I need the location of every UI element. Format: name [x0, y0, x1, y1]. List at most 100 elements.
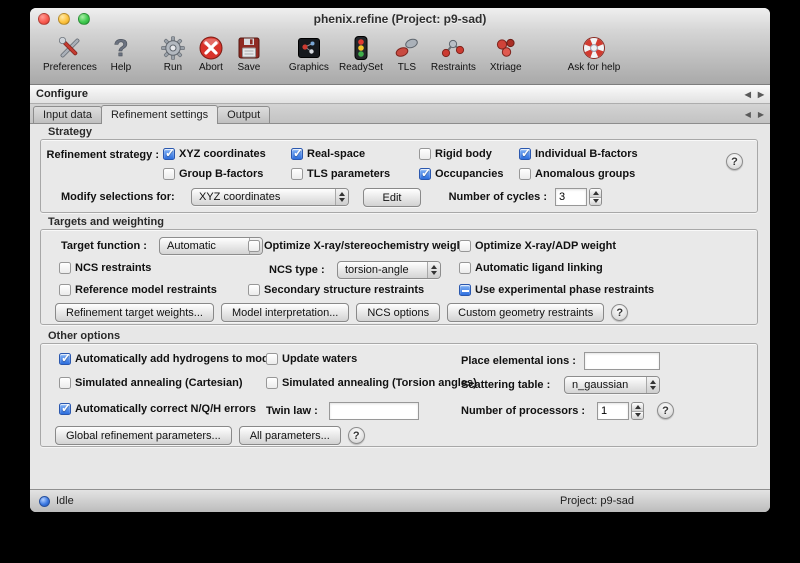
model-interpretation-button[interactable]: Model interpretation... [221, 303, 349, 322]
checkbox-label: Occupancies [435, 168, 503, 180]
checkbox-correct-nqh-errors[interactable]: Automatically correct N/Q/H errors [59, 402, 256, 416]
checkbox-individual-b-factors[interactable]: Individual B-factors [519, 147, 638, 161]
toolbar-button-help[interactable]: ? Help [102, 33, 140, 74]
checkbox-box [519, 168, 531, 180]
checkbox-box [519, 148, 531, 160]
toolbar-button-abort[interactable]: Abort [192, 33, 230, 74]
toolbar-button-xtriage[interactable]: Xtriage [485, 33, 527, 74]
checkbox-real-space[interactable]: Real-space [291, 147, 365, 161]
checkbox-ncs-restraints[interactable]: NCS restraints [59, 261, 151, 275]
toolbar-button-label: Ask for help [568, 62, 621, 73]
checkbox-box [163, 168, 175, 180]
modify-selections-dropdown[interactable]: XYZ coordinates [191, 188, 349, 206]
place-ions-input[interactable] [584, 352, 660, 370]
configure-pane-header: Configure ◀ ▶ [30, 85, 770, 104]
stepper-up-icon[interactable] [632, 403, 643, 411]
strategy-help-button[interactable]: ? [726, 153, 743, 170]
checkbox-box [59, 262, 71, 274]
checkbox-secondary-structure-restraints[interactable]: Secondary structure restraints [248, 283, 424, 297]
tab-scroll-right-icon[interactable]: ▶ [758, 110, 764, 119]
tab-scroll-left-icon[interactable]: ◀ [745, 110, 751, 119]
checkbox-label: Optimize X-ray/stereochemistry weight [264, 240, 467, 252]
processors-input[interactable] [597, 402, 629, 420]
toolbar-button-preferences[interactable]: Preferences [38, 33, 102, 74]
titlebar[interactable]: phenix.refine (Project: p9-sad) [30, 8, 770, 30]
notebook-tabbar: Input data Refinement settings Output ◀ … [30, 104, 770, 124]
global-refinement-parameters-button[interactable]: Global refinement parameters... [55, 426, 232, 445]
checkbox-update-waters[interactable]: Update waters [266, 352, 357, 366]
toolbar-button-label: Save [238, 62, 261, 73]
checkbox-rigid-body[interactable]: Rigid body [419, 147, 492, 161]
dropdown-arrows-icon [335, 189, 348, 205]
checkbox-automatically-add-hydrogens[interactable]: Automatically add hydrogens to model [59, 352, 278, 366]
tab-input-data[interactable]: Input data [33, 106, 102, 123]
refinement-target-weights-button[interactable]: Refinement target weights... [55, 303, 214, 322]
ncs-options-button[interactable]: NCS options [356, 303, 440, 322]
zoom-button[interactable] [78, 13, 90, 25]
toolbar-button-save[interactable]: Save [230, 33, 268, 74]
checkbox-simulated-annealing-cartesian[interactable]: Simulated annealing (Cartesian) [59, 376, 242, 390]
dropdown-value: torsion-angle [338, 262, 427, 278]
toolbar-button-label: Xtriage [490, 62, 522, 73]
statusbar: Idle Project: p9-sad [30, 489, 770, 512]
checkbox-xyz-coordinates[interactable]: XYZ coordinates [163, 147, 266, 161]
toolbar-button-label: Graphics [289, 62, 329, 73]
custom-geometry-restraints-button[interactable]: Custom geometry restraints [447, 303, 604, 322]
toolbar-button-ask-for-help[interactable]: Ask for help [563, 33, 626, 74]
pane-scroll-left-icon[interactable]: ◀ [745, 90, 751, 99]
other-options-group: Automatically add hydrogens to model Upd… [40, 343, 758, 447]
checkbox-box [459, 262, 471, 274]
tab-output[interactable]: Output [217, 106, 270, 123]
close-button[interactable] [38, 13, 50, 25]
checkbox-anomalous-groups[interactable]: Anomalous groups [519, 167, 635, 181]
toolbar: Preferences ? Help Run Abort Save Graphi… [30, 30, 770, 85]
checkbox-reference-model-restraints[interactable]: Reference model restraints [59, 283, 217, 297]
checkbox-label: Automatically add hydrogens to model [75, 353, 278, 365]
checkbox-use-experimental-phase-restraints[interactable]: Use experimental phase restraints [459, 283, 654, 297]
toolbar-button-graphics[interactable]: Graphics [284, 33, 334, 74]
parameters-help-button[interactable]: ? [348, 427, 365, 444]
all-parameters-button[interactable]: All parameters... [239, 426, 341, 445]
ask-for-help-icon [580, 34, 608, 61]
window-title: phenix.refine (Project: p9-sad) [314, 12, 487, 26]
twin-law-input[interactable] [329, 402, 419, 420]
checkbox-box [459, 240, 471, 252]
toolbar-button-run[interactable]: Run [154, 33, 192, 74]
checkbox-optimize-xray-stereochemistry-weight[interactable]: Optimize X-ray/stereochemistry weight [248, 239, 467, 253]
checkbox-optimize-xray-adp-weight[interactable]: Optimize X-ray/ADP weight [459, 239, 616, 253]
project-label: Project: p9-sad [560, 495, 634, 507]
toolbar-button-readyset[interactable]: ReadySet [334, 33, 388, 74]
stepper-down-icon[interactable] [590, 197, 601, 206]
checkbox-box [248, 240, 260, 252]
toolbar-button-tls[interactable]: TLS [388, 33, 426, 74]
checkbox-group-b-factors[interactable]: Group B-factors [163, 167, 263, 181]
cycles-stepper[interactable] [589, 188, 602, 206]
checkbox-simulated-annealing-torsion[interactable]: Simulated annealing (Torsion angles) [266, 376, 477, 390]
stepper-up-icon[interactable] [590, 189, 601, 197]
pane-scroll-right-icon[interactable]: ▶ [758, 90, 764, 99]
targets-help-button[interactable]: ? [611, 304, 628, 321]
place-elemental-ions-caption: Place elemental ions : [461, 355, 576, 367]
minimize-button[interactable] [58, 13, 70, 25]
ncs-type-dropdown[interactable]: torsion-angle [337, 261, 441, 279]
preferences-icon [56, 34, 84, 61]
number-of-processors-caption: Number of processors : [461, 405, 585, 417]
checkbox-label: Update waters [282, 353, 357, 365]
tab-refinement-settings[interactable]: Refinement settings [101, 105, 218, 124]
processors-stepper[interactable] [631, 402, 644, 420]
checkbox-automatic-ligand-linking[interactable]: Automatic ligand linking [459, 261, 603, 275]
checkbox-tls-parameters[interactable]: TLS parameters [291, 167, 390, 181]
stepper-down-icon[interactable] [632, 411, 643, 420]
checkbox-label: Real-space [307, 148, 365, 160]
ncs-type-caption: NCS type : [269, 264, 325, 276]
scattering-table-dropdown[interactable]: n_gaussian [564, 376, 660, 394]
toolbar-button-restraints[interactable]: Restraints [426, 33, 481, 74]
twin-law-caption: Twin law : [266, 405, 318, 417]
processors-help-button[interactable]: ? [657, 402, 674, 419]
toolbar-button-label: Abort [199, 62, 223, 73]
cycles-input[interactable] [555, 188, 587, 206]
checkbox-box [59, 284, 71, 296]
abort-icon [197, 34, 225, 61]
edit-selection-button[interactable]: Edit [363, 188, 421, 207]
checkbox-occupancies[interactable]: Occupancies [419, 167, 503, 181]
